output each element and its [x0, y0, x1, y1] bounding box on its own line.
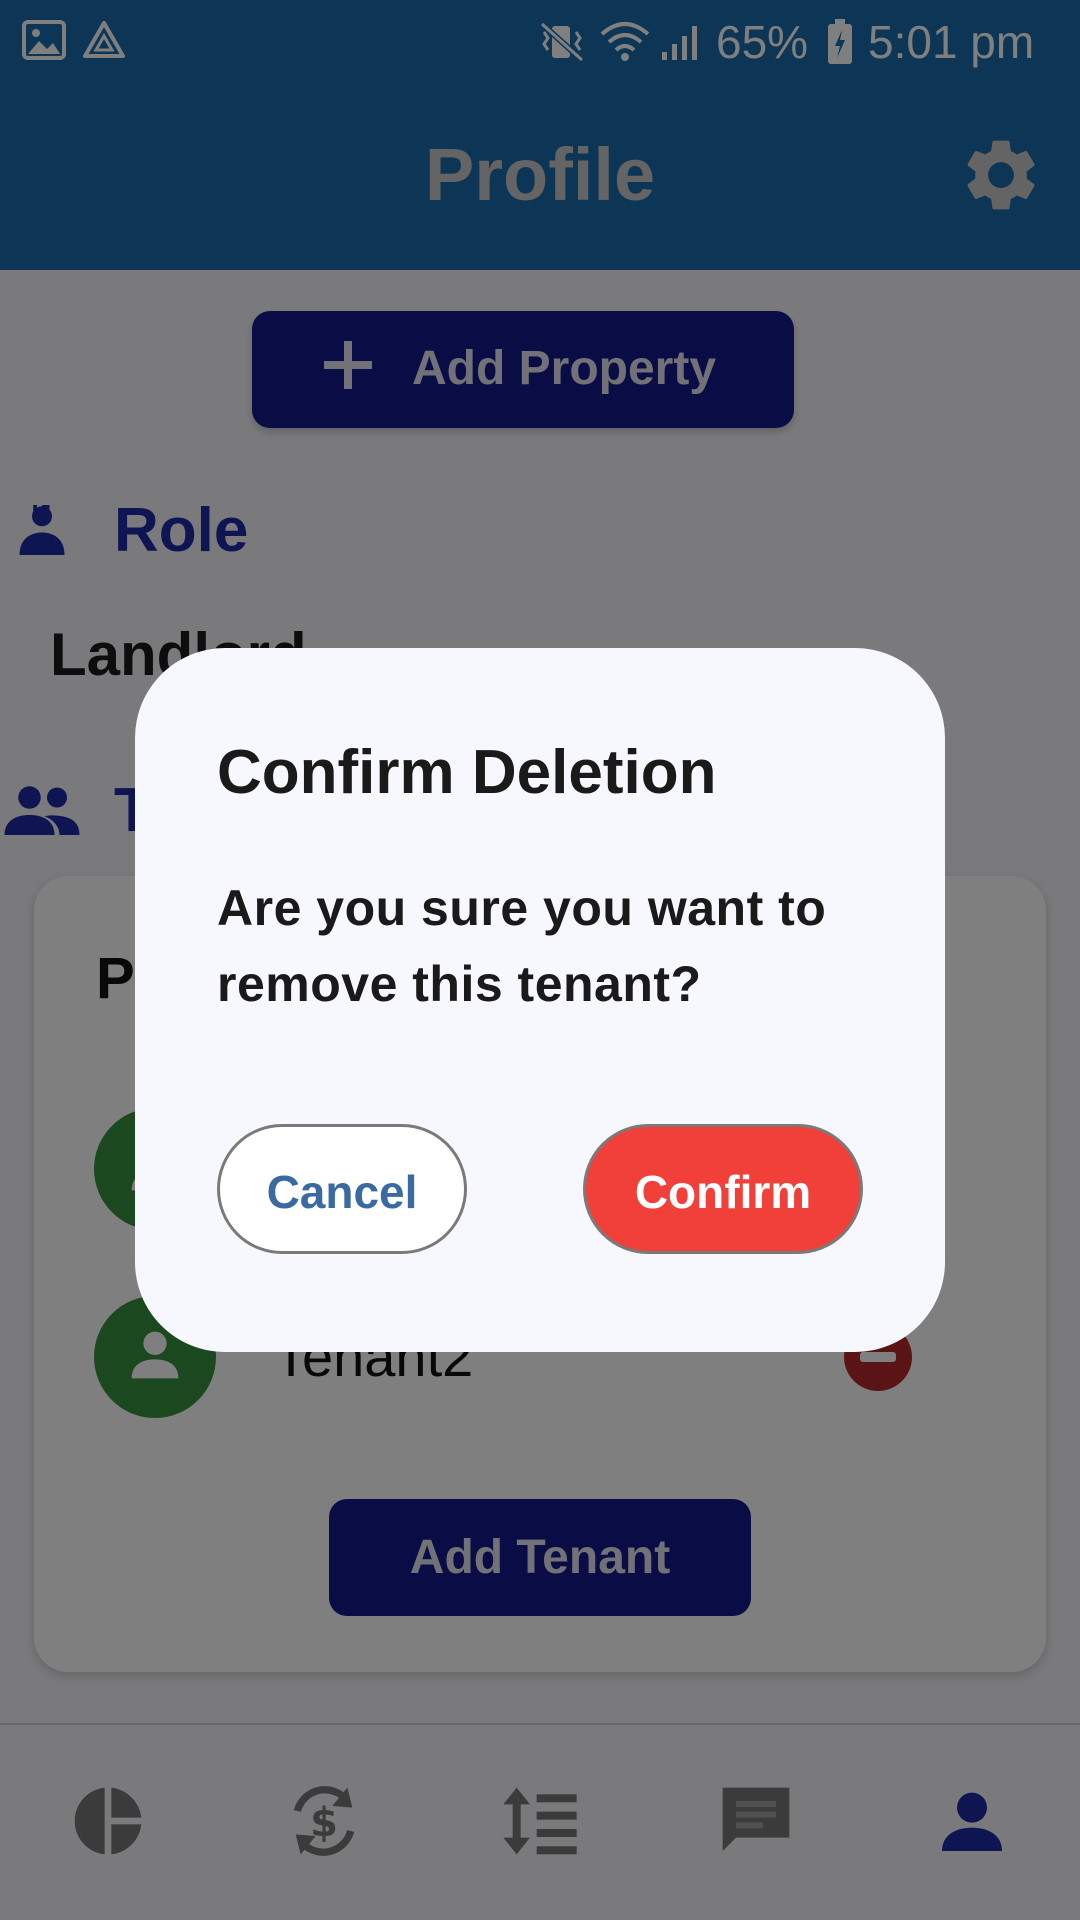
- dialog-title: Confirm Deletion: [217, 738, 717, 807]
- cancel-button[interactable]: Cancel: [217, 1124, 467, 1254]
- dialog-message: Are you sure you want to remove this ten…: [217, 880, 827, 1012]
- confirm-dialog: Confirm Deletion Are you sure you want t…: [135, 648, 945, 1352]
- confirm-button[interactable]: Confirm: [583, 1124, 863, 1254]
